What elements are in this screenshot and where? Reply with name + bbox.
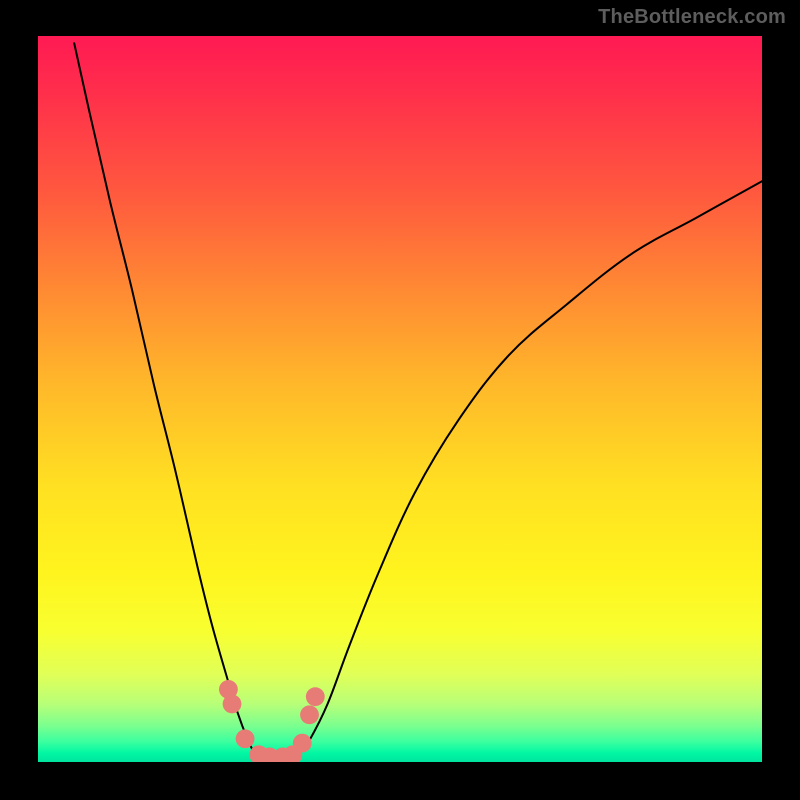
plot-area bbox=[38, 36, 762, 762]
watermark-text: TheBottleneck.com bbox=[598, 6, 786, 29]
data-marker bbox=[293, 734, 312, 753]
data-marker bbox=[236, 729, 255, 748]
data-marker bbox=[223, 695, 242, 714]
chart-stage: TheBottleneck.com bbox=[0, 0, 800, 800]
data-marker bbox=[300, 705, 319, 724]
curve-left-branch bbox=[74, 43, 255, 754]
bottleneck-curve bbox=[38, 36, 762, 762]
data-marker bbox=[306, 687, 325, 706]
curve-right-branch bbox=[299, 181, 762, 755]
